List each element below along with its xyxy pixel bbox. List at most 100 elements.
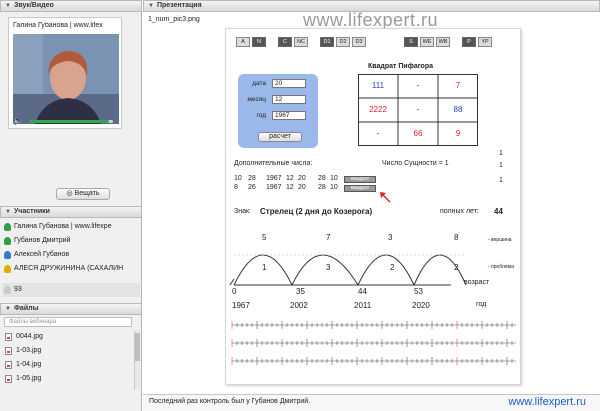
side-number: 1	[499, 177, 503, 184]
square-button[interactable]: квадрат	[344, 185, 376, 192]
slide-btn-p[interactable]: P	[462, 37, 476, 47]
left-sidebar: ▼ Звук/Видео Галина Губанова | www.lifex…	[0, 0, 142, 411]
sign-label: Знак:	[234, 208, 251, 215]
slide-btn-d1[interactable]: D1	[320, 37, 334, 47]
files-list: 0044.jpg 1-03.jpg 1-04.jpg 1-05.jpg	[2, 330, 134, 386]
grid-cell: 66	[413, 129, 423, 138]
headphones-icon: ◎	[66, 190, 75, 197]
red-arrow-icon	[380, 192, 391, 203]
slide-btn-d3[interactable]: D3	[352, 37, 366, 47]
grid-cell: -	[416, 81, 420, 90]
slide-btn-nc[interactable]: NC	[294, 37, 308, 47]
presentation-panel-title: Презентация	[156, 2, 202, 9]
pythagoras-title: Квадрат Пифагора	[368, 63, 433, 70]
slide-btn-n[interactable]: N	[252, 37, 266, 47]
slide-btn-we[interactable]: WE	[420, 37, 434, 47]
video-speaker-name: Галина Губанова | www.lifex	[13, 22, 103, 29]
peak-number: 8	[454, 233, 459, 242]
image-file-icon	[5, 333, 12, 341]
image-file-icon	[5, 347, 12, 355]
day-input[interactable]: 20	[272, 79, 306, 88]
extra-number: 10	[330, 184, 338, 191]
participants-panel-title: Участники	[13, 208, 50, 215]
participants-panel-header[interactable]: ▼ Участники	[0, 206, 142, 218]
volume-slider-fill	[29, 120, 109, 123]
axis-age: 35	[296, 287, 305, 296]
status-url[interactable]: www.lifexpert.ru	[508, 396, 586, 408]
participant-name: Алексей Губанов	[14, 251, 70, 258]
files-scrollbar[interactable]	[134, 330, 140, 390]
volume-control[interactable]: 🔈	[13, 116, 119, 126]
participant-name: Галина Губанова | www.lifexpe	[14, 223, 112, 230]
axis-age: 44	[358, 287, 367, 296]
user-icon	[4, 223, 11, 231]
peak-number: 3	[388, 233, 393, 242]
participant-name: Губанов Дмитрий	[14, 237, 71, 244]
users-icon	[4, 286, 11, 294]
extra-number: 28	[248, 175, 256, 182]
participant-row[interactable]: Алексей Губанов	[2, 248, 140, 262]
grid-cell: -	[416, 105, 420, 114]
image-file-icon	[5, 361, 12, 369]
slide: A N C NC D1 D2 D3 S WE WB P YP дата 20 м…	[225, 28, 521, 385]
speaker-icon[interactable]: 🔈	[13, 116, 23, 125]
volume-slider[interactable]	[29, 120, 113, 123]
webcam-image	[13, 34, 119, 124]
chevron-down-icon: ▼	[5, 306, 11, 312]
year-input[interactable]: 1967	[272, 111, 306, 120]
webcam-video	[13, 34, 119, 124]
slide-btn-a[interactable]: A	[236, 37, 250, 47]
user-icon	[4, 251, 11, 259]
axis-year: 2002	[290, 301, 308, 310]
files-search-input[interactable]: Файлы вебинара	[4, 317, 132, 327]
slide-btn-c[interactable]: C	[278, 37, 292, 47]
participant-row[interactable]: Губанов Дмитрий	[2, 234, 140, 248]
extra-number: 20	[298, 184, 306, 191]
side-number: 1	[499, 162, 503, 169]
av-panel-header[interactable]: ▼ Звук/Видео	[0, 0, 142, 12]
month-input[interactable]: 12	[272, 95, 306, 104]
extra-number: 10	[234, 175, 242, 182]
square-button[interactable]: квадрат	[344, 176, 376, 183]
challenge-legend: - проблема	[488, 264, 514, 270]
participant-name: АЛЕСЯ ДРУЖИНИНА (САХАЛИН	[14, 265, 124, 272]
full-years-label: полных лет:	[440, 208, 479, 215]
slide-btn-d2[interactable]: D2	[336, 37, 350, 47]
file-row[interactable]: 1-05.jpg	[2, 372, 134, 386]
status-bar: Последний раз контроль был у Губанов Дми…	[143, 394, 600, 411]
day-label: дата	[252, 80, 266, 87]
extra-number: 12	[286, 184, 294, 191]
file-row[interactable]: 0044.jpg	[2, 330, 134, 344]
presentation-area: ▼ Презентация 1_num_pic3.png www.lifexpe…	[143, 0, 600, 411]
file-row[interactable]: 1-03.jpg	[2, 344, 134, 358]
full-years-value: 44	[494, 207, 503, 216]
side-number: 1	[499, 150, 503, 157]
age-axis-label: возраст	[464, 279, 490, 286]
peak-number: 7	[326, 233, 331, 242]
slide-btn-wb[interactable]: WB	[436, 37, 450, 47]
challenge-number: 1	[262, 263, 267, 272]
slide-btn-yp[interactable]: YP	[478, 37, 492, 47]
file-row[interactable]: 1-04.jpg	[2, 358, 134, 372]
video-frame: Галина Губанова | www.lifex 🔈	[8, 17, 122, 129]
participants-count-value: 93	[14, 286, 22, 293]
peak-number: 5	[262, 233, 267, 242]
broadcast-button[interactable]: ◎ Вещать	[56, 188, 110, 200]
vertex-legend: - вершина	[488, 237, 512, 243]
participant-row[interactable]: АЛЕСЯ ДРУЖИНИНА (САХАЛИН	[2, 262, 140, 276]
av-panel-title: Звук/Видео	[13, 2, 54, 9]
calculate-button[interactable]: расчет	[258, 132, 302, 142]
participant-row[interactable]: Галина Губанова | www.lifexpe	[2, 220, 140, 234]
slide-btn-s[interactable]: S	[404, 37, 418, 47]
file-name: 1-04.jpg	[16, 361, 42, 368]
essence-number-label: Число Сущности = 1	[382, 160, 449, 167]
extra-number: 10	[330, 175, 338, 182]
files-panel-header[interactable]: ▼ Файлы	[0, 303, 142, 315]
image-file-icon	[5, 375, 12, 383]
sign-value: Стрелец (2 дня до Козерога)	[260, 207, 373, 216]
extra-number: 26	[248, 184, 256, 191]
files-scrollbar-thumb[interactable]	[135, 333, 140, 361]
grid-cell: 9	[455, 129, 461, 138]
files-panel-title: Файлы	[13, 305, 39, 312]
extra-number: 8	[234, 184, 238, 191]
